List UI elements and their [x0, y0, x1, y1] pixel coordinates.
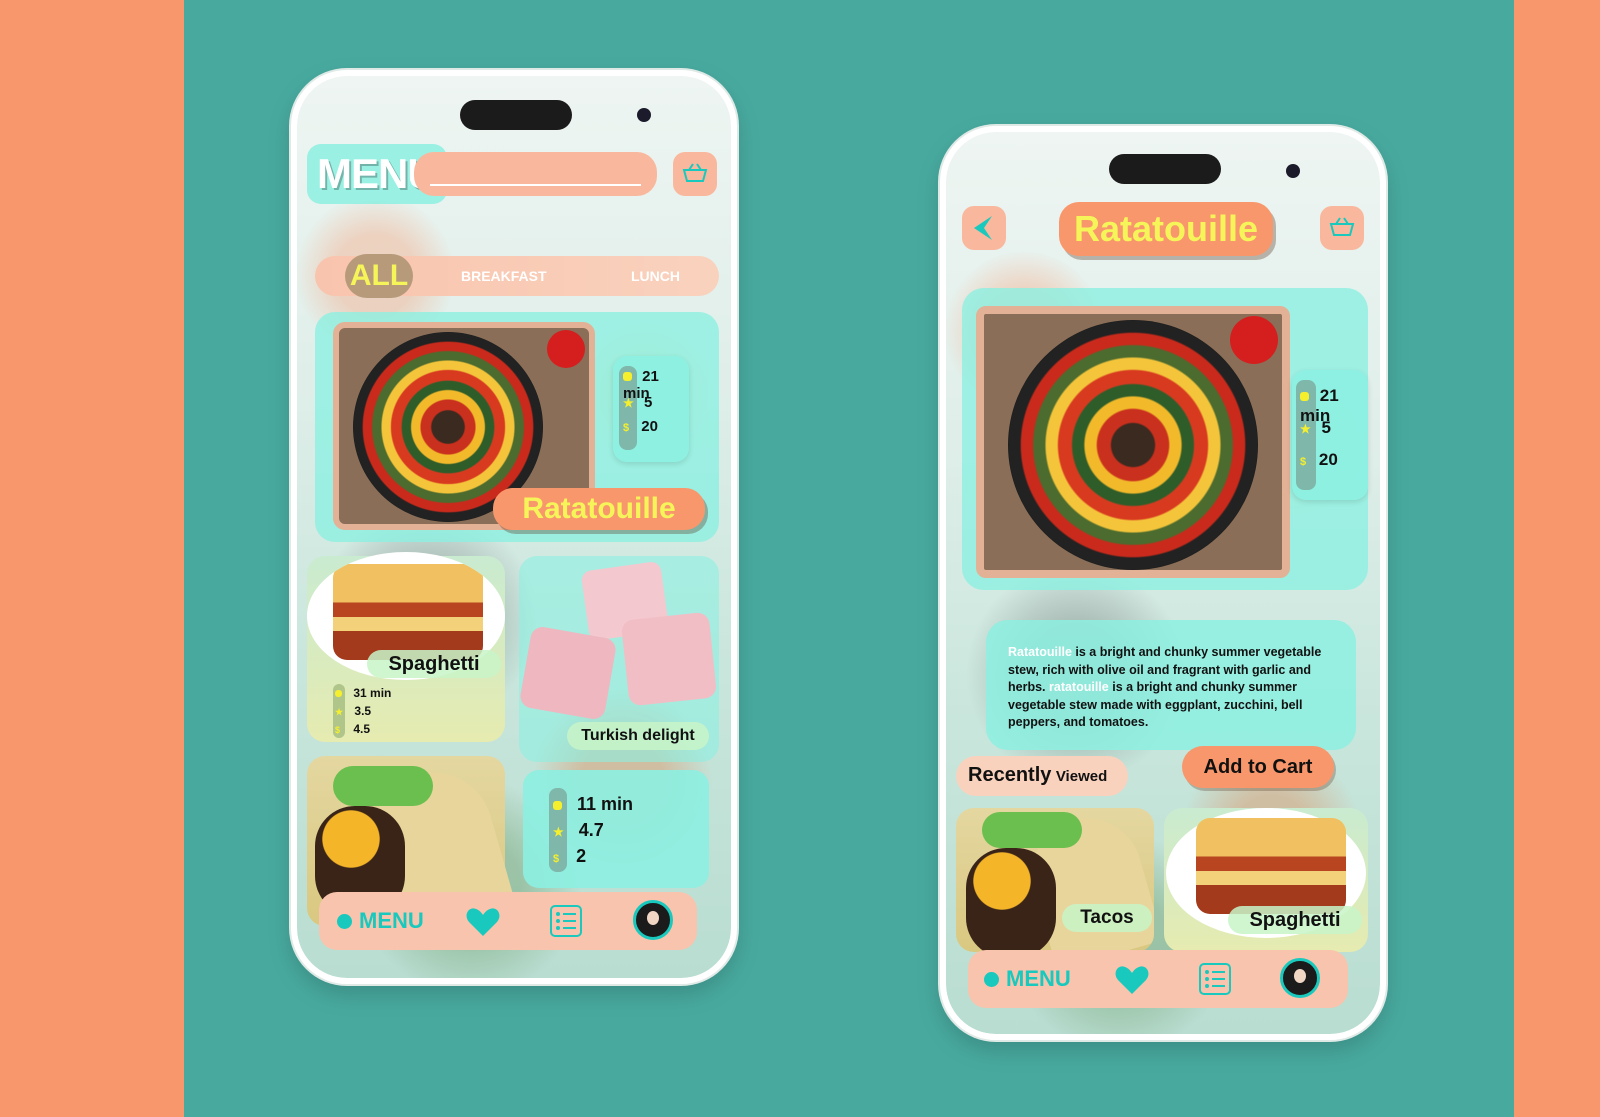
clock-icon	[1300, 392, 1309, 401]
basket-icon	[1329, 217, 1355, 236]
clock-icon	[335, 690, 342, 697]
tab-breakfast[interactable]: BREAKFAST	[461, 268, 547, 284]
taco-lettuce	[982, 812, 1082, 848]
tab-all-label: ALL	[349, 259, 409, 292]
stat-rating-value: 5	[1321, 418, 1331, 437]
description-highlight-1: Ratatouille	[1008, 645, 1072, 659]
profile-avatar[interactable]	[1280, 958, 1320, 998]
recently-label-main: Recently	[968, 764, 1052, 786]
delight-cube-3	[620, 611, 718, 707]
clock-icon	[623, 372, 632, 381]
spaghetti-rating: ★ 3.5	[335, 704, 371, 718]
star-icon: ★	[553, 825, 564, 839]
phone-notch	[1109, 154, 1221, 184]
card2-price: $ 2	[553, 846, 586, 867]
card-spaghetti[interactable]: Spaghetti 31 min ★ 3.5 $ 4.5	[307, 552, 505, 742]
page-title: Ratatouille	[1059, 202, 1273, 256]
featured-stats: 21 min ★ 5 $ 20	[613, 356, 689, 462]
back-arrow-icon	[974, 216, 992, 240]
tomato	[547, 330, 585, 368]
search-underline	[430, 184, 641, 186]
ratatouille-pan	[1008, 320, 1258, 570]
stat-price: $ 20	[623, 418, 658, 435]
star-icon: ★	[1300, 422, 1311, 436]
spaghetti-time: 31 min	[335, 686, 391, 700]
list-icon[interactable]	[1198, 962, 1232, 996]
spaghetti-time-value: 31 min	[353, 686, 392, 700]
detail-screen: Ratatouille 21 min ★ 5 $ 20 Ratatouille …	[946, 132, 1380, 1034]
stat-price-value: 20	[641, 418, 658, 435]
nav-menu[interactable]: MENU	[359, 908, 424, 934]
category-bar: ALL BREAKFAST LUNCH	[315, 254, 719, 298]
dollar-icon: $	[553, 853, 560, 865]
back-button[interactable]	[962, 206, 1006, 250]
taco-lettuce	[333, 766, 433, 806]
phone-notch	[460, 100, 572, 130]
card2-rating: ★ 4.7	[553, 820, 604, 841]
tab-lunch[interactable]: LUNCH	[631, 268, 680, 284]
spaghetti-price-value: 4.5	[353, 722, 371, 736]
spaghetti-price: $ 4.5	[335, 722, 370, 736]
spaghetti-rating-value: 3.5	[354, 704, 372, 718]
recent-item-tacos[interactable]: Tacos	[956, 808, 1154, 952]
card-stats-2[interactable]: 11 min ★ 4.7 $ 2	[523, 770, 709, 888]
recent-tacos-label: Tacos	[1062, 904, 1152, 932]
dollar-icon: $	[1300, 456, 1307, 468]
cart-button[interactable]	[1320, 206, 1364, 250]
card-turkish-delight[interactable]: Turkish delight	[518, 556, 719, 762]
tab-all[interactable]: ALL	[345, 254, 413, 298]
search-input[interactable]	[414, 152, 657, 196]
camera-dot	[637, 108, 651, 122]
turkish-delight-image	[518, 560, 719, 721]
nav-menu[interactable]: MENU	[1006, 966, 1071, 992]
stat-rating-value: 5	[643, 394, 653, 411]
delight-cube-2	[518, 625, 618, 721]
nav-active-dot	[984, 972, 999, 987]
add-to-cart-button[interactable]: Add to Cart	[1182, 746, 1334, 788]
card-turkish-delight-label: Turkish delight	[567, 722, 709, 750]
recently-viewed-label: Recently Viewed	[956, 756, 1128, 796]
camera-dot	[1286, 164, 1300, 178]
menu-screen: MENU ALL BREAKFAST LUNCH 21 min ★ 5 $ 20…	[297, 76, 731, 978]
card-spaghetti-label: Spaghetti	[367, 650, 501, 678]
description-highlight-2: ratatouille	[1049, 680, 1109, 694]
phone-menu-screen: MENU ALL BREAKFAST LUNCH 21 min ★ 5 $ 20…	[291, 70, 737, 984]
recently-label-small: Viewed	[1055, 768, 1108, 785]
phone-detail-screen: Ratatouille 21 min ★ 5 $ 20 Ratatouille …	[940, 126, 1386, 1040]
dollar-icon: $	[623, 422, 630, 434]
lasagna	[333, 564, 483, 660]
cart-button[interactable]	[673, 152, 717, 196]
clock-icon	[553, 801, 562, 810]
stat-rating: ★ 5	[623, 394, 652, 411]
list-icon[interactable]	[549, 904, 583, 938]
card2-time: 11 min	[553, 794, 633, 815]
lasagna	[1196, 818, 1346, 914]
featured-card[interactable]: 21 min ★ 5 $ 20 Ratatouille	[315, 312, 719, 542]
star-icon: ★	[623, 396, 634, 410]
detail-stats: 21 min ★ 5 $ 20	[1292, 370, 1368, 500]
dollar-icon: $	[335, 725, 341, 735]
card2-rating-value: 4.7	[578, 820, 604, 840]
stat-price-value: 20	[1318, 450, 1338, 469]
stat-rating: ★ 5	[1300, 418, 1331, 438]
ratatouille-image	[976, 306, 1290, 578]
recent-spaghetti-label: Spaghetti	[1228, 906, 1362, 934]
star-icon: ★	[335, 707, 344, 717]
taco-filling	[966, 848, 1056, 952]
card2-time-value: 11 min	[577, 794, 634, 814]
bottom-nav: MENU	[319, 892, 697, 950]
profile-avatar[interactable]	[633, 900, 673, 940]
card2-price-value: 2	[576, 846, 587, 866]
tomato	[1230, 316, 1278, 364]
recent-item-spaghetti[interactable]: Spaghetti	[1164, 808, 1368, 952]
featured-name: Ratatouille	[493, 488, 705, 530]
stat-price: $ 20	[1300, 450, 1338, 470]
heart-icon[interactable]	[1114, 964, 1150, 996]
heart-icon[interactable]	[465, 906, 501, 938]
nav-active-dot	[337, 914, 352, 929]
basket-icon	[682, 163, 708, 182]
bottom-nav: MENU	[968, 950, 1348, 1008]
detail-image-card: 21 min ★ 5 $ 20	[962, 288, 1368, 590]
description-card: Ratatouille is a bright and chunky summe…	[986, 620, 1356, 750]
